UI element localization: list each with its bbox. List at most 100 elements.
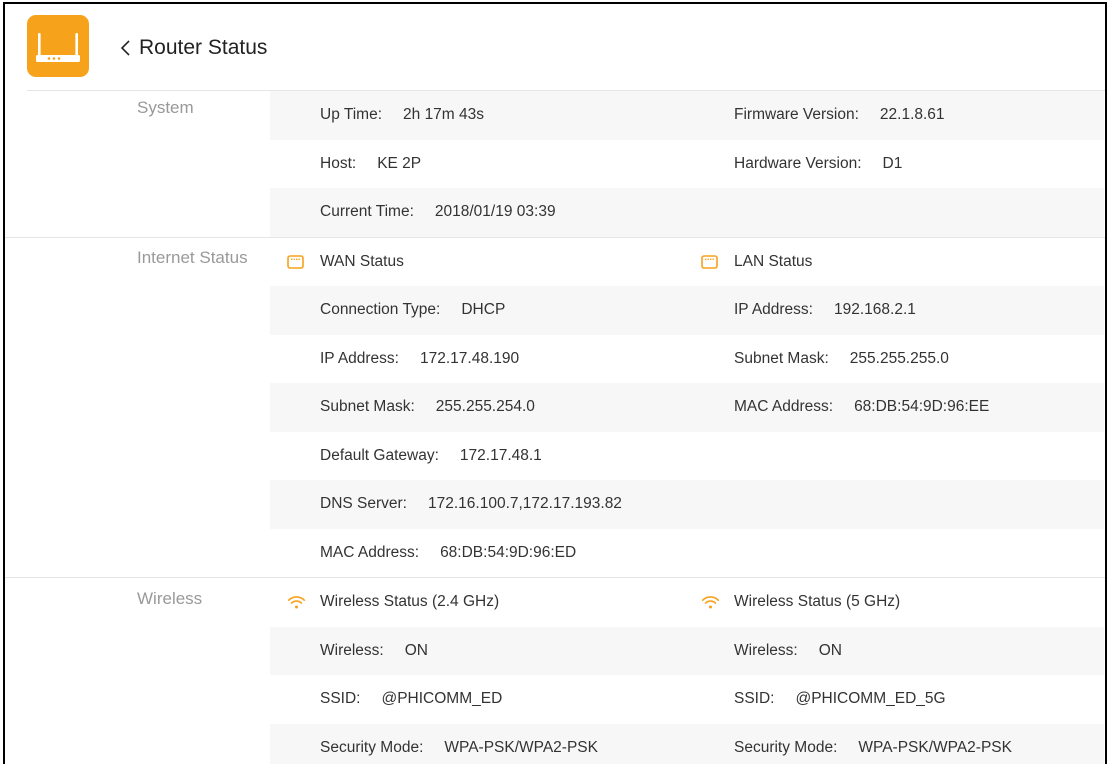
hardware-version-value: D1 [882,154,903,172]
system-section: System Up Time: 2h 17m 43s Firmware Versi… [5,91,1104,237]
firmware-version-item: Firmware Version: 22.1.8.61 [684,106,1104,124]
security-mode-24ghz-item: Security Mode: WPA-PSK/WPA2-PSK [270,739,684,757]
lan-ip-address-value: 192.168.2.1 [833,301,916,319]
hardware-version-label: Hardware Version: [734,154,862,172]
default-gateway-item: Default Gateway: 172.17.48.1 [270,447,684,465]
wireless-24ghz-heading: Wireless Status (2.4 GHz) [270,593,684,611]
router-logo [27,15,89,77]
security-mode-5ghz-value: WPA-PSK/WPA2-PSK [858,738,1012,756]
internet-rows: WAN Status LAN Status Connection Type: DH… [270,238,1104,578]
status-row: Host: KE 2P Hardware Version: D1 [270,140,1104,189]
status-row: Security Mode: WPA-PSK/WPA2-PSK Security … [270,723,1104,764]
wan-status-heading: WAN Status [270,253,684,271]
up-time-item: Up Time: 2h 17m 43s [270,106,684,124]
dns-server-value: 172.16.100.7,172.17.193.82 [428,495,622,513]
status-row: MAC Address: 68:DB:54:9D:96:ED [270,529,1104,578]
wan-mac-address-label: MAC Address: [320,543,420,561]
lan-mac-address-label: MAC Address: [734,398,834,416]
wan-subnet-mask-item: Subnet Mask: 255.255.254.0 [270,398,684,416]
chevron-left-icon [120,40,130,56]
wan-mac-address-item: MAC Address: 68:DB:54:9D:96:ED [270,544,684,562]
dns-server-item: DNS Server: 172.16.100.7,172.17.193.82 [270,495,684,513]
status-row: Subnet Mask: 255.255.254.0 MAC Address: 68… [270,383,1104,432]
host-value: KE 2P [377,154,422,172]
section-label-wireless: Wireless [137,589,203,608]
wireless-24ghz-state-value: ON [404,641,428,659]
ssid-5ghz-label: SSID: [734,690,775,708]
wan-mac-address-value: 68:DB:54:9D:96:ED [440,543,577,561]
router-icon [36,33,80,62]
wireless-5ghz-state-label: Wireless: [734,641,798,659]
wifi-icon [701,596,720,609]
lan-status-title: LAN Status [734,252,813,270]
page-title: Router Status [139,36,268,59]
lan-subnet-mask-item: Subnet Mask: 255.255.255.0 [684,350,1104,368]
wan-status-title: WAN Status [320,252,404,270]
wireless-section: Wireless Wireless Status (2.4 GHz) Wirel… [5,578,1104,764]
wireless-rows: Wireless Status (2.4 GHz) Wireless Statu… [270,578,1104,764]
up-time-label: Up Time: [320,106,383,124]
ssid-24ghz-item: SSID: @PHICOMM_ED [270,690,684,708]
ssid-24ghz-label: SSID: [320,690,361,708]
status-row: DNS Server: 172.16.100.7,172.17.193.82 [270,480,1104,529]
up-time-value: 2h 17m 43s [403,106,485,124]
host-label: Host: [320,154,357,172]
ethernet-port-icon [287,254,304,269]
status-row: Connection Type: DHCP IP Address: 192.168.… [270,286,1104,335]
status-row: Wireless: ON Wireless: ON [270,626,1104,675]
firmware-version-value: 22.1.8.61 [879,106,945,124]
wireless-5ghz-heading: Wireless Status (5 GHz) [684,593,1104,611]
connection-type-value: DHCP [461,301,506,319]
lan-mac-address-item: MAC Address: 68:DB:54:9D:96:EE [684,398,1104,416]
status-row: IP Address: 172.17.48.190 Subnet Mask: 255… [270,335,1104,384]
firmware-version-label: Firmware Version: [734,106,859,124]
wan-ip-address-value: 172.17.48.190 [419,349,520,367]
wireless-header-row: Wireless Status (2.4 GHz) Wireless Statu… [270,578,1104,627]
wireless-5ghz-state-item: Wireless: ON [684,642,1104,660]
lan-ip-address-label: IP Address: [734,301,813,319]
current-time-label: Current Time: [320,203,414,221]
status-row: Current Time: 2018/01/19 03:39 [270,188,1104,237]
wireless-24ghz-state-item: Wireless: ON [270,642,684,660]
wireless-24ghz-title: Wireless Status (2.4 GHz) [320,593,500,611]
status-row: Up Time: 2h 17m 43s Firmware Version: 22.1… [270,91,1104,140]
connection-type-item: Connection Type: DHCP [270,301,684,319]
security-mode-5ghz-item: Security Mode: WPA-PSK/WPA2-PSK [684,739,1104,757]
lan-ip-address-item: IP Address: 192.168.2.1 [684,301,1104,319]
lan-subnet-mask-label: Subnet Mask: [734,349,829,367]
default-gateway-value: 172.17.48.1 [459,446,542,464]
wan-subnet-mask-value: 255.255.254.0 [435,398,535,416]
wifi-icon [287,596,306,609]
dns-server-label: DNS Server: [320,495,407,513]
ssid-5ghz-item: SSID: @PHICOMM_ED_5G [684,690,1104,708]
wireless-5ghz-state-value: ON [818,641,842,659]
wan-subnet-mask-label: Subnet Mask: [320,398,415,416]
internet-status-section: Internet Status WAN Status LAN Status Co… [5,238,1104,578]
ethernet-port-icon [701,254,718,269]
status-row: SSID: @PHICOMM_ED SSID: @PHICOMM_ED_5G [270,675,1104,724]
lan-mac-address-value: 68:DB:54:9D:96:EE [854,398,990,416]
security-mode-5ghz-label: Security Mode: [734,738,838,756]
wireless-24ghz-state-label: Wireless: [320,641,384,659]
security-mode-24ghz-value: WPA-PSK/WPA2-PSK [444,738,598,756]
wireless-5ghz-title: Wireless Status (5 GHz) [734,593,901,611]
default-gateway-label: Default Gateway: [320,446,439,464]
ssid-5ghz-value: @PHICOMM_ED_5G [795,690,946,708]
status-row: Default Gateway: 172.17.48.1 [270,432,1104,481]
current-time-value: 2018/01/19 03:39 [434,203,556,221]
hardware-version-item: Hardware Version: D1 [684,155,1104,173]
host-item: Host: KE 2P [270,155,684,173]
wan-ip-address-item: IP Address: 172.17.48.190 [270,350,684,368]
back-button[interactable]: Router Status [120,34,267,62]
lan-subnet-mask-value: 255.255.255.0 [849,349,949,367]
ssid-24ghz-value: @PHICOMM_ED [381,690,503,708]
section-label-internet-status: Internet Status [137,247,248,267]
section-label-system: System [137,98,194,117]
wan-ip-address-label: IP Address: [320,349,399,367]
connection-type-label: Connection Type: [320,301,441,319]
interface-header-row: WAN Status LAN Status [270,238,1104,287]
system-rows: Up Time: 2h 17m 43s Firmware Version: 22.1… [270,91,1104,237]
current-time-item: Current Time: 2018/01/19 03:39 [270,203,684,221]
lan-status-heading: LAN Status [684,253,1104,271]
security-mode-24ghz-label: Security Mode: [320,738,424,756]
